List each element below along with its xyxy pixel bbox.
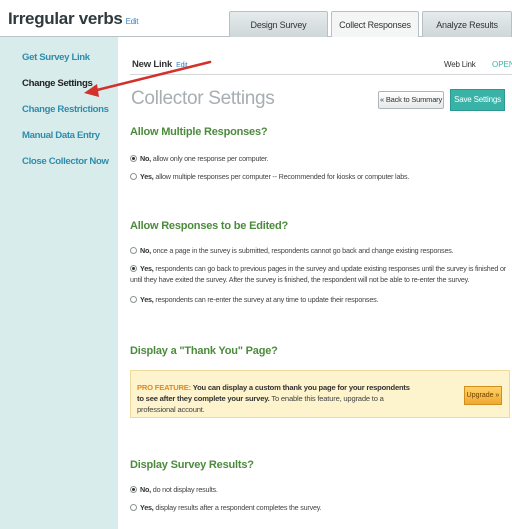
option-text: respondents can re-enter the survey at a… [153, 295, 379, 304]
option-lead: Yes, [140, 295, 154, 304]
option-text: allow only one response per computer. [150, 154, 269, 163]
collector-name-text: New Link [132, 59, 173, 70]
collector-name: New Link Edit [132, 59, 188, 70]
option-lead: Yes, [140, 172, 154, 181]
survey-title: Irregular verbs Edit [8, 9, 138, 29]
option-text: do not display results. [150, 485, 218, 494]
radio-button[interactable] [130, 173, 137, 180]
option-lead: No, [140, 154, 151, 163]
tab-collect-responses[interactable]: Collect Responses [331, 11, 419, 38]
results-option-yes[interactable]: Yes, display results after a respondent … [130, 502, 508, 513]
tab-analyze-results[interactable]: Analyze Results [422, 11, 512, 37]
sidebar-item-change-restrictions[interactable]: Change Restrictions [22, 97, 118, 123]
sidebar-item-manual-data-entry[interactable]: Manual Data Entry [22, 123, 118, 149]
header-divider [130, 74, 512, 75]
radio-button[interactable] [130, 265, 137, 272]
option-text: once a page in the survey is submitted, … [150, 246, 454, 255]
sidebar-item-change-settings[interactable]: Change Settings [22, 71, 118, 97]
pro-feature-box: PRO FEATURE: You can display a custom th… [130, 370, 510, 418]
survey-title-text: Irregular verbs [8, 9, 123, 28]
option-lead: Yes, [140, 264, 154, 273]
multiple-option-no[interactable]: No, allow only one response per computer… [130, 153, 508, 164]
sidebar-item-close-collector[interactable]: Close Collector Now [22, 149, 118, 175]
top-bar: Irregular verbs Edit Design Survey Collec… [0, 0, 512, 38]
multiple-responses-heading: Allow Multiple Responses? [130, 126, 268, 138]
option-lead: No, [140, 485, 151, 494]
pro-feature-label: PRO FEATURE: [137, 383, 191, 392]
option-text: respondents can go back to previous page… [130, 264, 506, 284]
radio-button[interactable] [130, 247, 137, 254]
radio-button[interactable] [130, 296, 137, 303]
edit-option-yes-anytime[interactable]: Yes, respondents can re-enter the survey… [130, 294, 508, 305]
edit-option-yes-until-finished[interactable]: Yes, respondents can go back to previous… [130, 263, 508, 285]
upgrade-button[interactable]: Upgrade » [464, 386, 502, 405]
sidebar-item-get-survey-link[interactable]: Get Survey Link [22, 45, 118, 71]
option-lead: No, [140, 246, 151, 255]
option-text: display results after a respondent compl… [153, 503, 322, 512]
multiple-option-yes[interactable]: Yes, allow multiple responses per comput… [130, 171, 508, 182]
edit-title-link[interactable]: Edit [126, 17, 139, 26]
survey-results-heading: Display Survey Results? [130, 459, 254, 471]
tab-design-survey[interactable]: Design Survey [229, 11, 328, 37]
radio-button[interactable] [130, 486, 137, 493]
collector-type: Web Link [444, 60, 476, 69]
tab-bar: Design Survey Collect Responses Analyze … [229, 11, 512, 38]
main-panel: New Link Edit Web Link OPEN Collector Set… [118, 37, 512, 529]
option-text: allow multiple responses per computer --… [153, 172, 410, 181]
radio-button[interactable] [130, 155, 137, 162]
results-option-no[interactable]: No, do not display results. [130, 484, 508, 495]
save-settings-button[interactable]: Save Settings [450, 89, 505, 111]
collector-status: OPEN [492, 60, 512, 69]
page-title: Collector Settings [131, 88, 275, 109]
radio-button[interactable] [130, 504, 137, 511]
edit-collector-link[interactable]: Edit [176, 62, 187, 69]
sidebar: Get Survey Link Change Settings Change R… [0, 37, 118, 529]
thank-you-heading: Display a "Thank You" Page? [130, 345, 278, 357]
option-lead: Yes, [140, 503, 154, 512]
edit-option-no[interactable]: No, once a page in the survey is submitt… [130, 245, 508, 256]
pro-feature-text: PRO FEATURE: You can display a custom th… [137, 382, 417, 415]
edit-responses-heading: Allow Responses to be Edited? [130, 220, 288, 232]
back-to-summary-button[interactable]: « Back to Summary [378, 91, 444, 109]
